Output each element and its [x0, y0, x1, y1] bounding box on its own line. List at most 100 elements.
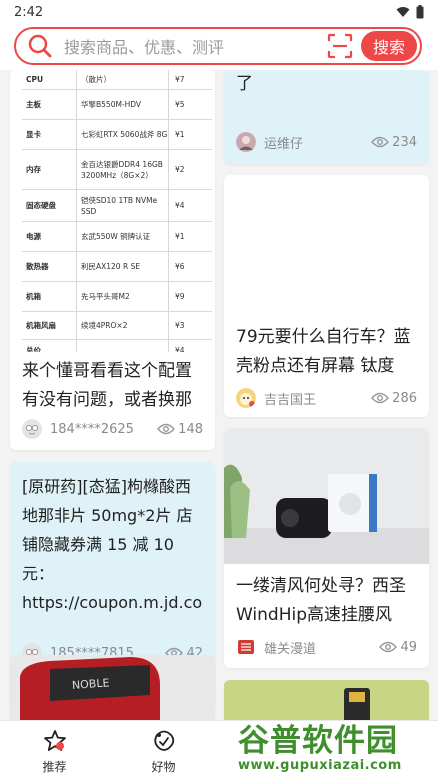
product-image [224, 680, 429, 720]
spec-value: （散片） [76, 70, 168, 89]
avatar [236, 637, 256, 657]
spec-value: 玄武550W 铜牌认证 [76, 222, 168, 251]
spec-key: 机箱 [26, 292, 41, 301]
spec-key: 内存 [26, 165, 41, 174]
view-count-value: 148 [178, 421, 203, 437]
avatar [236, 388, 256, 408]
card-title: 一缕清风何处寻？西圣WindHip高速挂腰风扇… [236, 576, 406, 625]
spec-value: 华擎B550M-HDV [76, 90, 168, 119]
spec-price: ¥7 [168, 70, 212, 89]
view-count-value: 49 [400, 639, 417, 655]
spec-price: ¥1 [168, 222, 212, 251]
feed-card-fan[interactable]: 一缕清风何处寻？西圣WindHip高速挂腰风扇… 雄关漫道 49 [224, 428, 429, 668]
spec-price: ¥4 [168, 190, 212, 221]
feed-card-top-right[interactable]: 了 运维仔 234 [224, 70, 429, 164]
spec-key: 散热器 [26, 262, 49, 271]
spec-price: ¥2 [168, 150, 212, 189]
spec-key: 总价 [26, 346, 41, 352]
spec-key: 固态硬盘 [26, 201, 56, 210]
watermark: 谷普软件园 www.gupuxiazai.com [238, 718, 438, 778]
card-meta: 184****2625 148 [22, 418, 203, 440]
nav-label: 推荐 [42, 760, 67, 774]
card-title: [原研药][态猛]枸橼酸西地那非片 50mg*2片 店铺隐藏券满 15 减 10… [22, 477, 203, 612]
spec-row: 主板 华擎B550M-HDV ¥5 [22, 90, 212, 120]
spec-key: 主板 [26, 100, 41, 109]
spec-value [76, 340, 168, 352]
spec-value: 七彩虹RTX 5060战斧 8G [76, 120, 168, 149]
card-meta: 运维仔 234 [236, 131, 417, 153]
battery-icon [416, 5, 424, 19]
spec-price: ¥4 [168, 340, 212, 352]
avatar [236, 132, 256, 152]
feed-card-bike[interactable]: 79元要什么自行车？蓝壳粉点还有屏幕 钛度6… 吉吉国王 286 [224, 175, 429, 417]
spec-value: 续境4PRO×2 [76, 312, 168, 339]
watermark-url: www.gupuxiazai.com [238, 757, 402, 773]
feed-card-partial[interactable] [224, 680, 429, 720]
spec-key: CPU [26, 75, 44, 84]
goods-icon [153, 730, 174, 751]
spec-value: 先马平头哥M2 [76, 282, 168, 311]
spec-value: 铠侠SD10 1TB NVMe SSD [76, 190, 168, 221]
spec-value: 利民AX120 R SE [76, 252, 168, 281]
spec-row: 显卡 七彩虹RTX 5060战斧 8G ¥1 [22, 120, 212, 150]
view-count: 234 [371, 135, 417, 150]
spec-value: 金百达银爵DDR4 16GB 3200MHz（8G×2） [76, 150, 168, 189]
spec-row: 散热器 利民AX120 R SE ¥6 [22, 252, 212, 282]
view-count: 49 [379, 640, 417, 655]
feed-card-earbuds[interactable]: NOBLE [10, 655, 215, 720]
spec-row: 机箱 先马平头哥M2 ¥9 [22, 282, 212, 312]
status-bar: 2:42 [0, 0, 438, 24]
nav-item-recommend[interactable]: 推荐 [0, 721, 109, 778]
search-box[interactable]: 搜索商品、优惠、测评 搜索 [14, 27, 422, 65]
spec-price: ¥5 [168, 90, 212, 119]
eye-icon [371, 392, 390, 404]
spec-price: ¥6 [168, 252, 212, 281]
spec-row: 机箱风扇 续境4PRO×2 ¥3 [22, 312, 212, 340]
author-name: 雄关漫道 [264, 641, 317, 657]
avatar [22, 419, 42, 439]
search-icon [28, 34, 52, 58]
fan-product-image [224, 428, 429, 564]
wifi-icon [396, 7, 410, 17]
spec-price: ¥9 [168, 282, 212, 311]
feed: CPU （散片） ¥7 主板 华擎B550M-HDV ¥5 显卡 七彩虹RTX 5060战斧 … [0, 70, 438, 720]
eye-icon [157, 423, 176, 435]
status-icons [396, 5, 424, 19]
spec-price: ¥1 [168, 120, 212, 149]
search-bar-area: 搜索商品、优惠、测评 搜索 [0, 24, 438, 70]
view-count: 148 [157, 422, 203, 437]
card-title: 了 [236, 74, 253, 94]
search-input[interactable]: 搜索商品、优惠、测评 [64, 34, 327, 58]
watermark-title: 谷普软件园 [238, 722, 398, 759]
eye-icon [371, 136, 390, 148]
card-title: 79元要什么自行车？蓝壳粉点还有屏幕 钛度6… [236, 327, 411, 376]
card-title: 来个懂哥看看这个配置有没有问题，或者换那个… [22, 361, 192, 410]
spec-row: 固态硬盘 铠侠SD10 1TB NVMe SSD ¥4 [22, 190, 212, 222]
spec-price: ¥3 [168, 312, 212, 339]
card-meta: 雄关漫道 49 [236, 636, 417, 658]
nav-label: 好物 [151, 760, 176, 774]
status-time: 2:42 [14, 4, 44, 20]
card-meta: 吉吉国王 286 [236, 387, 417, 409]
author-name: 运维仔 [264, 136, 304, 152]
earbuds-case-image: NOBLE [10, 655, 215, 720]
author-name: 吉吉国王 [264, 392, 317, 408]
view-count-value: 286 [392, 390, 417, 406]
spec-row: 内存 金百达银爵DDR4 16GB 3200MHz（8G×2） ¥2 [22, 150, 212, 190]
view-count-value: 234 [392, 134, 417, 150]
feed-card-pc-build[interactable]: CPU （散片） ¥7 主板 华擎B550M-HDV ¥5 显卡 七彩虹RTX 5060战斧 … [10, 70, 215, 450]
spec-row: 电源 玄武550W 铜牌认证 ¥1 [22, 222, 212, 252]
nav-item-goods[interactable]: 好物 [109, 721, 218, 778]
spec-row: 总价 ¥4 [22, 340, 212, 352]
eye-icon [379, 641, 398, 653]
svg-text:NOBLE: NOBLE [72, 676, 110, 692]
view-count: 286 [371, 391, 417, 406]
spec-table-image: CPU （散片） ¥7 主板 华擎B550M-HDV ¥5 显卡 七彩虹RTX 5060战斧 … [22, 70, 212, 352]
spec-key: 机箱风扇 [26, 321, 56, 330]
author-name: 184****2625 [50, 421, 134, 437]
spec-key: 显卡 [26, 130, 41, 139]
scan-icon[interactable] [327, 33, 353, 59]
spec-row: CPU （散片） ¥7 [22, 70, 212, 90]
star-icon [43, 730, 66, 751]
search-button[interactable]: 搜索 [361, 31, 417, 61]
